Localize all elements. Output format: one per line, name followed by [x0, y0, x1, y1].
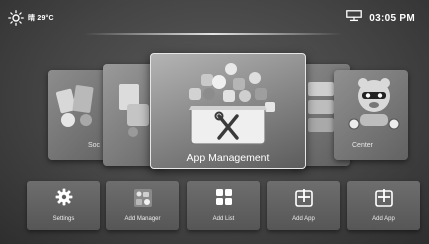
dock-tile-add-manager[interactable]: Add Manager [106, 181, 179, 230]
dock-label-settings: Settings [52, 216, 75, 222]
dock-label-add-list: Add List [212, 216, 235, 222]
dock-tile-add-list[interactable]: Add List [187, 181, 260, 230]
status-area: 03:05 PM [346, 9, 415, 27]
dock-tile-add-app-1[interactable]: Add App [267, 181, 340, 230]
add-app-icon [374, 188, 394, 213]
dock-label-add-manager: Add Manager [124, 216, 161, 222]
sun-icon [8, 10, 24, 26]
carousel-card-center[interactable]: Center [334, 70, 408, 160]
header-divider [84, 33, 342, 35]
add-app-icon [294, 188, 314, 213]
weather-text: 晴 29°C [28, 15, 54, 22]
dock-label-add-app-2: Add App [372, 216, 395, 222]
dock-tile-settings[interactable]: Settings [27, 181, 100, 230]
ethernet-icon [346, 9, 363, 27]
carousel-label-center: Center [352, 142, 374, 149]
weather-widget: 晴 29°C [8, 8, 54, 28]
carousel-label-app-management: App Management [186, 152, 270, 164]
grid-icon [215, 188, 233, 211]
game-center-icon [348, 78, 400, 130]
social-apps-icon [56, 85, 94, 127]
app-thumbnail-icon [133, 188, 153, 213]
dock-label-add-app-1: Add App [292, 216, 315, 222]
app-management-icon [189, 63, 275, 145]
app-list-icon [308, 82, 334, 132]
gear-icon [55, 188, 73, 211]
clock: 03:05 PM [369, 12, 415, 24]
dock-tile-add-app-2[interactable]: Add App [347, 181, 420, 230]
carousel-label-social: Soc [88, 142, 101, 149]
carousel-card-app-management[interactable]: App Management [150, 53, 306, 169]
